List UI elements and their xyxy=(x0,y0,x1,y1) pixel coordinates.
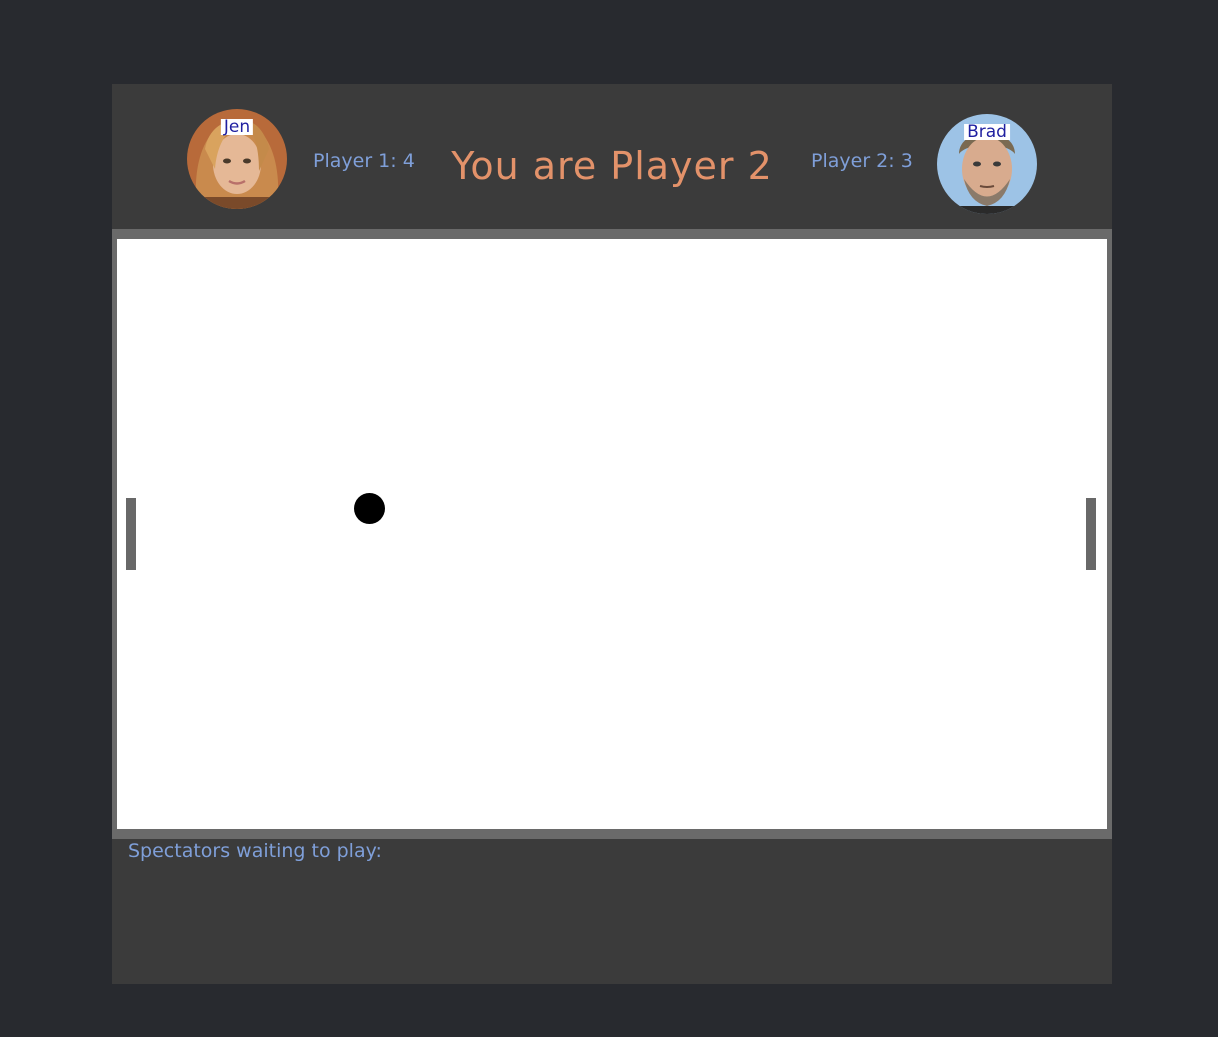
player2-paddle[interactable] xyxy=(1086,498,1096,570)
spectators-label: Spectators waiting to play: xyxy=(128,840,382,862)
ball xyxy=(354,493,385,524)
game-court[interactable] xyxy=(117,239,1107,829)
player2-name: Brad xyxy=(964,124,1010,141)
court-frame xyxy=(112,229,1112,839)
player1-paddle xyxy=(126,498,136,570)
game-container: Jen Player 1: 4 You are Player 2 Player … xyxy=(112,84,1112,984)
scoreboard-header: Jen Player 1: 4 You are Player 2 Player … xyxy=(112,84,1112,229)
player1-name: Jen xyxy=(220,119,254,136)
player2-score: Player 2: 3 xyxy=(811,150,913,172)
player2-avatar: Brad xyxy=(937,114,1037,214)
